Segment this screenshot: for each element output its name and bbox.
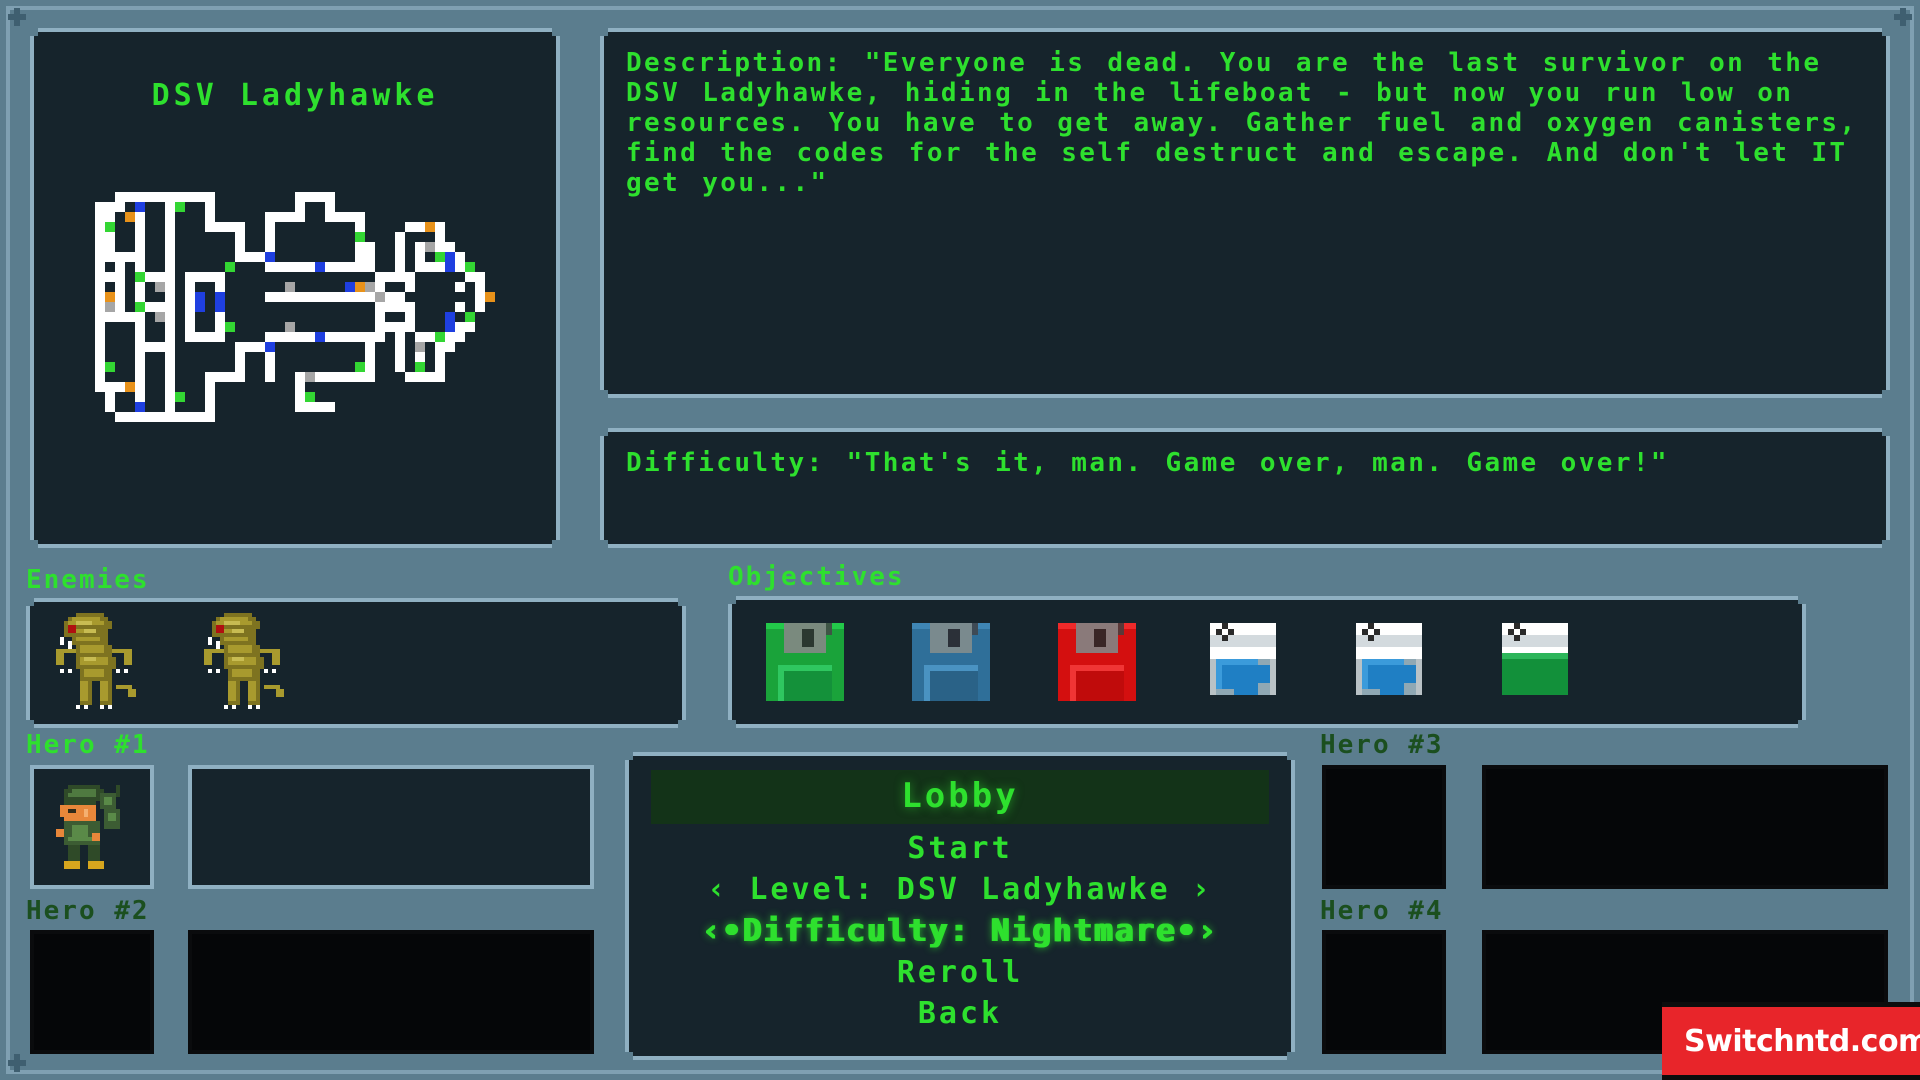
difficulty-quote-panel: Difficulty: "That's it, man. Game over, … [600,428,1890,548]
enemy-alien-icon [204,613,284,709]
hero-2-portrait-slot[interactable] [30,930,154,1054]
ship-preview-panel: DSV Ladyhawke [30,28,560,548]
corner-ornament-top-right [1894,8,1912,26]
floppy-disk-icon[interactable] [912,623,990,701]
hero-4-portrait-slot[interactable] [1322,930,1446,1054]
objectives-list [766,623,1574,701]
description-panel: Description: "Everyone is dead. You are … [600,28,1890,398]
hero-3-label: Hero #3 [1320,730,1444,760]
soldier-sprite-icon [56,785,120,869]
menu-item-back[interactable]: Back [629,993,1291,1034]
canister-icon[interactable] [1496,623,1574,701]
objectives-panel [728,596,1806,728]
hero-2-info-slot[interactable] [188,930,594,1054]
hero-3-portrait-slot[interactable] [1322,765,1446,889]
corner-ornament-bottom-left [8,1054,26,1072]
menu-item-difficulty-selector[interactable]: ‹•Difficulty: Nightmare•› [629,910,1291,952]
menu-item-start[interactable]: Start [629,828,1291,869]
corner-ornament-top-left [8,8,26,26]
lobby-menu-panel: Lobby Start ‹ Level: DSV Ladyhawke › ‹•D… [625,752,1295,1060]
difficulty-quote-text: Difficulty: "That's it, man. Game over, … [626,448,1669,478]
hero-1-info-slot[interactable] [188,765,594,889]
menu-item-level-selector[interactable]: ‹ Level: DSV Ladyhawke › [629,869,1291,910]
watermark-text: Switchntd.com [1684,1023,1920,1059]
floppy-disk-icon[interactable] [766,623,844,701]
hero-2-label: Hero #2 [26,896,150,926]
floppy-disk-icon[interactable] [1058,623,1136,701]
objectives-label: Objectives [728,562,905,592]
canister-icon[interactable] [1350,623,1428,701]
hero-3-info-slot[interactable] [1482,765,1888,889]
lobby-menu-header: Lobby [651,770,1269,824]
enemies-panel [26,598,686,728]
enemy-alien-icon [56,613,136,709]
enemies-label: Enemies [26,565,150,595]
canister-icon[interactable] [1204,623,1282,701]
hero-4-label: Hero #4 [1320,896,1444,926]
description-text: Description: "Everyone is dead. You are … [626,48,1880,198]
ship-map-image [95,192,495,422]
site-watermark: Switchntd.com [1662,1002,1920,1080]
menu-item-reroll[interactable]: Reroll [629,952,1291,993]
ship-title: DSV Ladyhawke [151,78,439,113]
hero-1-portrait-slot[interactable] [30,765,154,889]
game-screen: DSV Ladyhawke Description: "Everyone is … [0,0,1920,1080]
hero-1-label: Hero #1 [26,730,150,760]
